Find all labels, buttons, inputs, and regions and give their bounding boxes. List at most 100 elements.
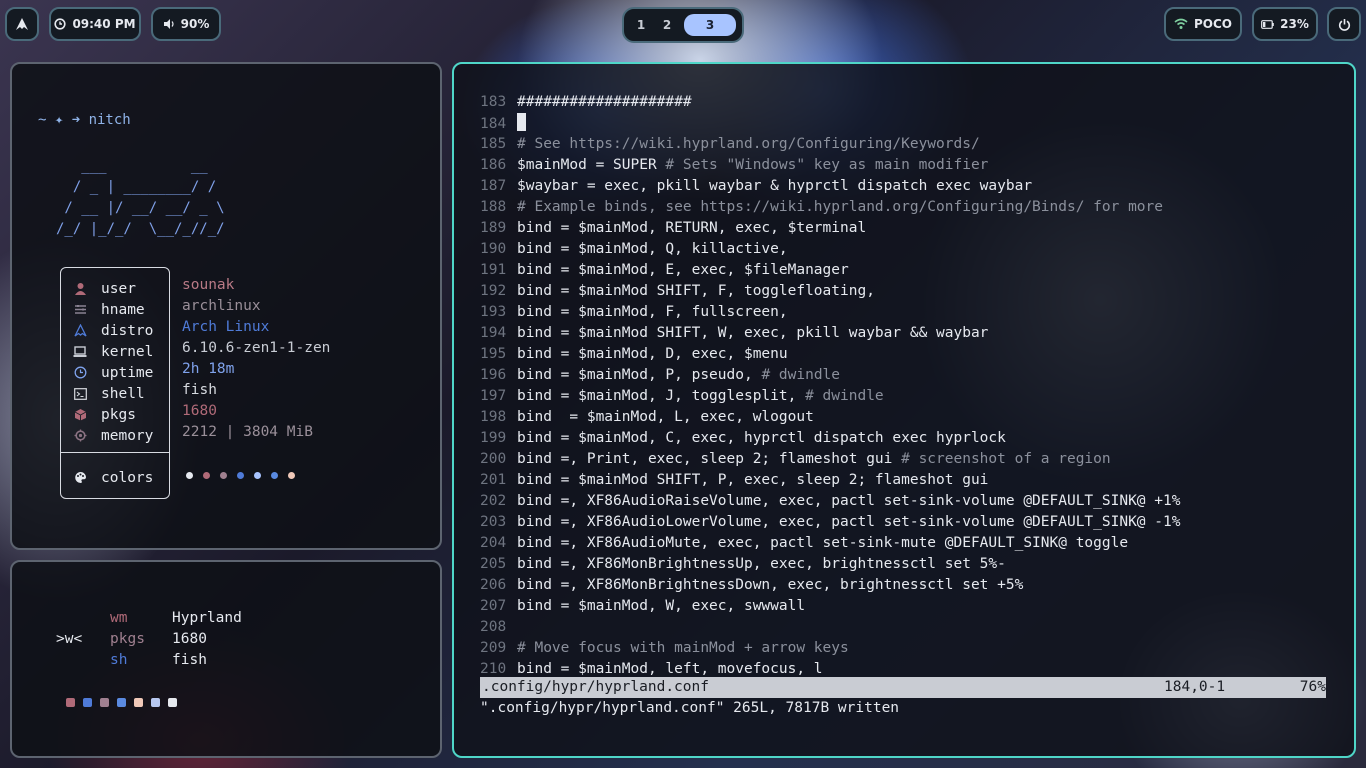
code-line: 184 <box>480 113 1180 134</box>
wifi-ssid: POCO <box>1193 17 1232 31</box>
wifi-widget[interactable]: POCO <box>1164 7 1242 41</box>
line-text: $mainMod = SUPER <box>517 157 666 173</box>
line-text: bind = $mainMod, D, exec, $menu <box>517 346 788 362</box>
shell-prompt: ~ ✦ ➜ nitch <box>38 112 131 128</box>
color-square <box>151 698 160 707</box>
workspace-2[interactable]: 2 <box>654 18 680 32</box>
info-row-shell: shell <box>61 383 177 404</box>
line-number: 193 <box>480 304 507 320</box>
workspace-3-active[interactable]: 3 <box>684 14 736 36</box>
clock-icon <box>73 366 87 380</box>
line-number: 207 <box>480 598 507 614</box>
code-line: 185 # See https://wiki.hyprland.org/Confi… <box>480 134 1180 155</box>
line-text: bind =, XF86AudioMute, exec, pactl set-s… <box>517 535 1129 551</box>
info-row-user: user <box>61 278 177 299</box>
clock-icon <box>54 18 67 30</box>
mini-key-wm: wm <box>110 610 128 626</box>
color-square <box>100 698 109 707</box>
line-number: 205 <box>480 556 507 572</box>
wifi-icon <box>1174 18 1188 29</box>
line-number: 194 <box>480 325 507 341</box>
info-row-memory: memory <box>61 425 177 446</box>
color-dots <box>186 472 295 479</box>
value-hname: archlinux <box>182 298 261 314</box>
color-dot <box>271 472 278 479</box>
line-text: # See https://wiki.hyprland.org/Configur… <box>517 136 980 152</box>
line-text: # Move focus with mainMod + arrow keys <box>517 640 849 656</box>
code-line: 199 bind = $mainMod, C, exec, hyprctl dis… <box>480 428 1180 449</box>
launcher-button[interactable] <box>5 7 39 41</box>
code-line: 193 bind = $mainMod, F, fullscreen, <box>480 302 1180 323</box>
mini-value-pkgs: 1680 <box>172 631 207 647</box>
line-text: $waybar = exec, pkill waybar & hyprctl d… <box>517 178 1033 194</box>
line-comment: # dwindle <box>761 367 841 383</box>
color-dot <box>288 472 295 479</box>
terminal-icon <box>73 387 87 401</box>
battery-text: 23% <box>1280 17 1309 31</box>
line-number: 203 <box>480 514 507 530</box>
battery-widget[interactable]: 23% <box>1252 7 1318 41</box>
color-square <box>83 698 92 707</box>
info-keys-box: user hname distro kernel uptime shell pk… <box>60 267 170 499</box>
vim-editor-terminal[interactable]: 183 #################### 184 185 # See https… <box>452 62 1356 758</box>
code-line: 205 bind =, XF86MonBrightnessUp, exec, br… <box>480 554 1180 575</box>
vim-message-line: ".config/hypr/hyprland.conf" 265L, 7817B… <box>480 700 900 716</box>
line-text: bind =, XF86MonBrightnessDown, exec, bri… <box>517 577 1024 593</box>
code-line: 204 bind =, XF86AudioMute, exec, pactl se… <box>480 533 1180 554</box>
code-line: 186 $mainMod = SUPER # Sets "Windows" key… <box>480 155 1180 176</box>
line-text: bind =, XF86MonBrightnessUp, exec, brigh… <box>517 556 1006 572</box>
editor-buffer[interactable]: 183 #################### 184 185 # See https… <box>480 92 1180 680</box>
code-line: 187 $waybar = exec, pkill waybar & hyprct… <box>480 176 1180 197</box>
line-number: 209 <box>480 640 507 656</box>
line-number: 186 <box>480 157 507 173</box>
color-square <box>117 698 126 707</box>
code-line: 192 bind = $mainMod SHIFT, F, togglefloat… <box>480 281 1180 302</box>
status-percent: 76% <box>1299 679 1326 695</box>
info-row-colors: colors <box>61 467 177 488</box>
line-number: 183 <box>480 94 507 110</box>
mini-value-sh: fish <box>172 652 207 668</box>
line-text: bind = $mainMod, E, exec, $fileManager <box>517 262 849 278</box>
mini-logo: >w< <box>56 631 83 647</box>
mini-fetch-terminal[interactable]: >w< wm Hyprland pkgs 1680 sh fish <box>10 560 442 758</box>
line-text: bind = $mainMod, C, exec, hyprctl dispat… <box>517 430 1006 446</box>
line-number: 198 <box>480 409 507 425</box>
line-number: 204 <box>480 535 507 551</box>
volume-widget[interactable]: 90% <box>151 7 221 41</box>
power-icon <box>1338 18 1350 31</box>
info-row-kernel: kernel <box>61 341 177 362</box>
line-number: 197 <box>480 388 507 404</box>
code-line: 202 bind =, XF86AudioRaiseVolume, exec, p… <box>480 491 1180 512</box>
value-memory: 2212 | 3804 MiB <box>182 424 313 440</box>
color-dot <box>203 472 210 479</box>
code-line: 209 # Move focus with mainMod + arrow key… <box>480 638 1180 659</box>
line-text: bind = $mainMod, P, pseudo, <box>517 367 762 383</box>
battery-icon <box>1261 19 1274 29</box>
line-text: #################### <box>517 94 692 110</box>
line-text: bind =, XF86AudioRaiseVolume, exec, pact… <box>517 493 1181 509</box>
code-line: 203 bind =, XF86AudioLowerVolume, exec, p… <box>480 512 1180 533</box>
code-line: 195 bind = $mainMod, D, exec, $menu <box>480 344 1180 365</box>
value-uptime: 2h 18m <box>182 361 235 377</box>
info-row-distro: distro <box>61 320 177 341</box>
color-square <box>168 698 177 707</box>
laptop-icon <box>73 345 87 359</box>
color-dot <box>254 472 261 479</box>
code-line: 183 #################### <box>480 92 1180 113</box>
code-line: 197 bind = $mainMod, J, togglesplit, # dw… <box>480 386 1180 407</box>
nitch-terminal[interactable]: ~ ✦ ➜ nitch ___ __ / _ | ________/ / / _… <box>10 62 442 550</box>
arch-icon <box>73 324 87 338</box>
line-number: 196 <box>480 367 507 383</box>
mini-value-wm: Hyprland <box>172 610 242 626</box>
line-text: bind =, Print, exec, sleep 2; flameshot … <box>517 451 902 467</box>
line-number: 189 <box>480 220 507 236</box>
code-line: 189 bind = $mainMod, RETURN, exec, $termi… <box>480 218 1180 239</box>
mini-key-pkgs: pkgs <box>110 631 145 647</box>
power-button[interactable] <box>1327 7 1361 41</box>
clock-widget[interactable]: 09:40 PM <box>49 7 141 41</box>
workspace-1[interactable]: 1 <box>628 18 654 32</box>
line-text: # Example binds, see https://wiki.hyprla… <box>517 199 1164 215</box>
vim-statusline: .config/hypr/hyprland.conf 184,0-1 76% <box>480 677 1326 698</box>
line-text: bind = $mainMod, F, fullscreen, <box>517 304 788 320</box>
workspace-switcher: 1 2 3 <box>622 7 744 43</box>
